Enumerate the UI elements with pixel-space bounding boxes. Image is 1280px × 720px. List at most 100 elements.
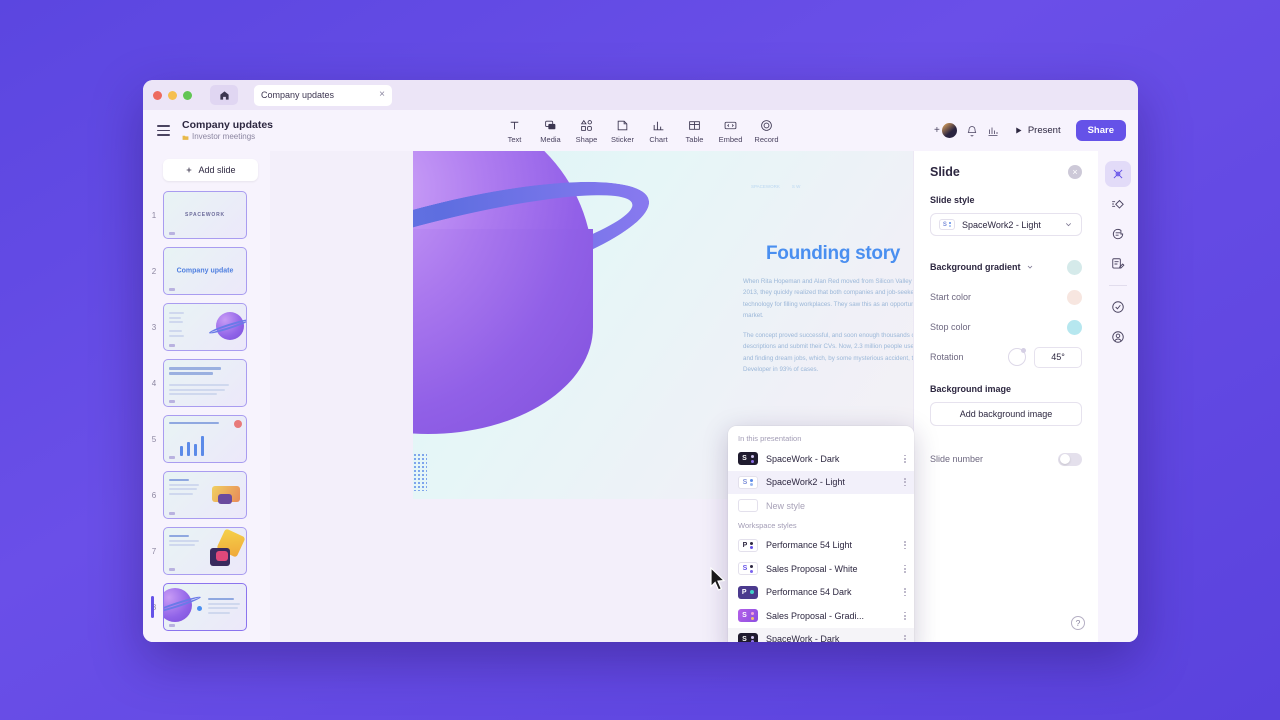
tool-text[interactable]: Text	[497, 118, 533, 144]
slide-style-dropdown[interactable]: In this presentation S SpaceWork - Dark …	[728, 426, 914, 642]
stop-color-label: Stop color	[930, 322, 971, 332]
style-option-spacework-dark[interactable]: S SpaceWork - Dark	[728, 447, 914, 471]
style-option-spacework-dark-workspace[interactable]: S SpaceWork - Dark	[728, 627, 914, 642]
tool-label: Chart	[649, 134, 668, 144]
present-button[interactable]: Present	[1008, 122, 1067, 139]
slide-thumbnail-5[interactable]: 5	[145, 415, 270, 463]
tool-shape[interactable]: Shape	[569, 118, 605, 144]
slide-thumbnail-7[interactable]: 7	[145, 527, 270, 575]
tool-label: Sticker	[611, 134, 634, 144]
tool-media[interactable]: Media	[533, 118, 569, 144]
help-icon[interactable]: ?	[1071, 616, 1085, 630]
style-option-performance-54-light[interactable]: P Performance 54 Light	[728, 534, 914, 558]
slide-number-row[interactable]: Slide number	[930, 446, 1082, 472]
kebab-menu-icon[interactable]	[904, 541, 906, 550]
style-option-sales-proposal-white[interactable]: S Sales Proposal - White	[728, 557, 914, 581]
home-icon[interactable]	[210, 85, 238, 105]
background-gradient-label: Background gradient	[930, 262, 1021, 272]
document-title-block[interactable]: Company updates Investor meetings	[182, 119, 273, 141]
add-background-image-button[interactable]: Add background image	[930, 402, 1082, 426]
slide-thumbnail-6[interactable]: 6	[145, 471, 270, 519]
canvas-area[interactable]: SPACEWORK S W Founding story When Rita H…	[270, 151, 1028, 642]
slide-number: 1	[151, 210, 157, 220]
style-option-performance-54-dark[interactable]: P Performance 54 Dark	[728, 581, 914, 605]
swatch-dots	[750, 612, 754, 620]
tool-record[interactable]: Record	[749, 118, 785, 144]
add-slide-label: Add slide	[198, 165, 236, 175]
sticker-icon	[616, 118, 629, 133]
kebab-menu-icon[interactable]	[904, 564, 906, 573]
rotation-dial[interactable]	[1008, 348, 1026, 366]
close-window-button[interactable]	[153, 90, 162, 100]
maximize-window-button[interactable]	[183, 90, 192, 100]
window-controls[interactable]	[153, 90, 192, 100]
right-icon-rail	[1098, 151, 1138, 642]
notes-icon[interactable]	[1105, 251, 1131, 277]
style-option-label: SpaceWork - Dark	[766, 634, 840, 642]
new-style-button[interactable]: plus-icon New style	[728, 494, 914, 518]
start-color-swatch[interactable]	[1067, 289, 1082, 305]
style-option-spacework2-light[interactable]: S SpaceWork2 - Light	[728, 470, 914, 494]
stop-color-swatch[interactable]	[1067, 319, 1082, 335]
magic-wand-icon[interactable]	[1105, 191, 1131, 217]
background-gradient-row[interactable]: Background gradient	[930, 254, 1082, 280]
kebab-menu-icon[interactable]	[904, 611, 906, 620]
bell-icon[interactable]	[966, 125, 978, 137]
kebab-menu-icon[interactable]	[904, 454, 906, 463]
slide-number: 4	[151, 378, 157, 388]
close-icon[interactable]: ×	[1068, 165, 1082, 179]
checklist-icon[interactable]	[1105, 294, 1131, 320]
analytics-icon[interactable]	[987, 125, 999, 137]
slide-thumbnail-list: 1 SPACEWORK 2 Company update 3 4 5 6 7 8	[143, 191, 270, 631]
start-color-row[interactable]: Start color	[930, 284, 1082, 310]
rotation-input[interactable]: 45°	[1034, 346, 1082, 368]
style-option-sales-proposal-gradient[interactable]: S Sales Proposal - Gradi...	[728, 604, 914, 628]
kebab-menu-icon[interactable]	[904, 635, 906, 642]
stop-color-row[interactable]: Stop color	[930, 314, 1082, 340]
rotation-row[interactable]: Rotation 45°	[930, 344, 1082, 370]
slide-thumbnail-8[interactable]: 8	[145, 583, 270, 631]
slide-thumbnail-2[interactable]: 2 Company update	[145, 247, 270, 295]
tool-chart[interactable]: Chart	[641, 118, 677, 144]
media-icon	[544, 118, 557, 133]
kebab-menu-icon[interactable]	[904, 478, 906, 487]
thumbnail-preview	[163, 303, 247, 351]
plus-icon: +	[934, 125, 940, 136]
minimize-window-button[interactable]	[168, 90, 177, 100]
slide-thumbnail-1[interactable]: 1 SPACEWORK	[145, 191, 270, 239]
add-people-button[interactable]: +	[934, 123, 957, 138]
tool-table[interactable]: Table	[677, 118, 713, 144]
gradient-preview-swatch[interactable]	[1067, 259, 1082, 275]
slide-title-text[interactable]: Founding story	[766, 243, 900, 265]
record-icon	[760, 118, 773, 133]
kebab-menu-icon[interactable]	[904, 588, 906, 597]
chevron-down-icon	[1065, 223, 1072, 227]
panel-header: Slide ×	[930, 165, 1082, 179]
slide-thumbnail-4[interactable]: 4	[145, 359, 270, 407]
title-bar: Company updates ×	[143, 80, 1138, 110]
add-slide-button[interactable]: Add slide	[163, 159, 258, 181]
slide-header-marks: SPACEWORK S W	[751, 184, 800, 189]
browser-tab[interactable]: Company updates ×	[254, 84, 392, 106]
slide-number-toggle[interactable]	[1058, 452, 1082, 466]
tab-close-icon[interactable]: ×	[379, 90, 385, 100]
panel-title: Slide	[930, 165, 960, 179]
menu-icon[interactable]	[157, 125, 170, 136]
style-option-label: Performance 54 Dark	[766, 587, 852, 598]
slide-thumbnail-3[interactable]: 3	[145, 303, 270, 351]
comment-icon[interactable]	[1105, 221, 1131, 247]
slide-style-select[interactable]: S SpaceWork2 - Light	[930, 213, 1082, 236]
swatch-letter: P	[741, 588, 747, 596]
tool-embed[interactable]: Embed	[713, 118, 749, 144]
swatch-dots	[750, 565, 754, 573]
ai-sparkle-icon[interactable]	[1105, 161, 1131, 187]
new-style-label: New style	[766, 500, 806, 511]
chevron-down-icon[interactable]	[1026, 263, 1034, 271]
slide-number: 6	[151, 490, 157, 500]
swatch-dots	[750, 478, 754, 486]
tool-sticker[interactable]: Sticker	[605, 118, 641, 144]
share-button[interactable]: Share	[1075, 120, 1126, 141]
slide-number: 7	[151, 546, 157, 556]
profile-icon[interactable]	[1105, 324, 1131, 350]
swatch-dots	[750, 455, 754, 463]
